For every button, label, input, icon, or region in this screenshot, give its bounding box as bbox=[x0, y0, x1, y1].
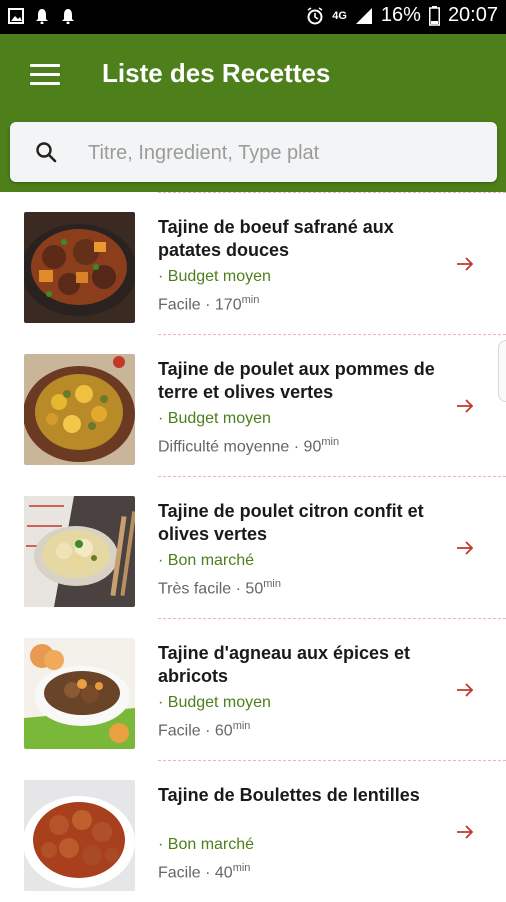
recipe-title: Tajine de Boulettes de lentilles bbox=[158, 785, 420, 805]
recipe-difficulty: Facile bbox=[158, 864, 201, 882]
recipe-image bbox=[24, 496, 135, 607]
recipe-time-unit: min bbox=[241, 294, 260, 306]
recipe-item[interactable]: Tajine de boeuf safrané aux patates douc… bbox=[0, 192, 506, 334]
recipe-budget: · Budget moyen bbox=[158, 694, 271, 711]
recipe-difficulty: Facile bbox=[158, 296, 201, 314]
hamburger-icon bbox=[30, 73, 60, 76]
recipe-item[interactable]: Tajine d'agneau aux épices et abricots ·… bbox=[0, 618, 506, 760]
search-icon bbox=[34, 140, 58, 169]
recipe-item[interactable]: Tajine de poulet citron confit et olives… bbox=[0, 476, 506, 618]
scroll-indicator[interactable] bbox=[498, 340, 506, 402]
search-input[interactable] bbox=[86, 136, 480, 170]
notification-icon bbox=[34, 8, 50, 24]
recipe-time-unit: min bbox=[232, 720, 251, 732]
network-type: 4G bbox=[332, 9, 347, 22]
signal-icon bbox=[355, 7, 373, 25]
hamburger-icon bbox=[30, 64, 60, 67]
status-notifications bbox=[8, 8, 76, 24]
battery-icon bbox=[428, 5, 440, 26]
recipe-time: 50 bbox=[245, 580, 264, 598]
battery-percent: 16% bbox=[380, 4, 421, 26]
status-bar: 4G 16% 20:07 bbox=[0, 0, 506, 34]
recipe-meta: Facile · 40min bbox=[158, 862, 251, 882]
recipe-budget: · Budget moyen bbox=[158, 410, 271, 427]
status-system: 4G 16% 20:07 bbox=[306, 4, 498, 27]
recipe-time-unit: min bbox=[321, 436, 340, 448]
arrow-right-icon[interactable] bbox=[456, 682, 474, 703]
recipe-title: Tajine d'agneau aux épices et abricots bbox=[158, 643, 411, 686]
arrow-right-icon[interactable] bbox=[456, 540, 474, 561]
recipe-time: 60 bbox=[214, 722, 233, 740]
recipe-title: Tajine de poulet aux pommes de terre et … bbox=[158, 359, 435, 402]
app-bar: Liste des Recettes bbox=[0, 34, 506, 192]
menu-button[interactable] bbox=[30, 64, 60, 86]
recipe-time-unit: min bbox=[263, 578, 281, 590]
recipe-item[interactable]: Tajine de Boulettes de lentilles · Bon m… bbox=[0, 760, 506, 902]
recipe-difficulty: Difficulté moyenne bbox=[158, 438, 290, 456]
page-title: Liste des Recettes bbox=[102, 58, 331, 88]
recipe-budget: · Bon marché bbox=[158, 552, 255, 569]
recipe-title: Tajine de poulet citron confit et olives… bbox=[158, 501, 424, 544]
recipe-time-unit: min bbox=[232, 862, 251, 874]
recipe-meta: Difficulté moyenne · 90min bbox=[158, 436, 340, 456]
search-bar[interactable] bbox=[10, 122, 497, 182]
clock: 20:07 bbox=[447, 4, 498, 26]
recipe-budget: · Bon marché bbox=[158, 836, 255, 853]
recipe-difficulty: Facile bbox=[158, 722, 201, 740]
recipe-item[interactable]: Tajine de poulet aux pommes de terre et … bbox=[0, 334, 506, 476]
recipe-list: Tajine de boeuf safrané aux patates douc… bbox=[0, 192, 506, 902]
alarm-icon bbox=[306, 6, 324, 25]
arrow-right-icon[interactable] bbox=[456, 398, 474, 419]
recipe-time: 90 bbox=[303, 438, 322, 456]
recipe-image bbox=[24, 780, 135, 891]
recipe-title: Tajine de boeuf safrané aux patates douc… bbox=[158, 217, 394, 260]
notification-icon bbox=[60, 8, 76, 24]
arrow-right-icon[interactable] bbox=[456, 824, 474, 845]
recipe-image bbox=[24, 638, 135, 749]
arrow-right-icon[interactable] bbox=[456, 256, 474, 277]
recipe-image bbox=[24, 212, 135, 323]
recipe-image bbox=[24, 354, 135, 465]
gallery-icon bbox=[8, 8, 24, 24]
recipe-meta: Facile · 60min bbox=[158, 720, 251, 740]
recipe-meta: Facile · 170min bbox=[158, 294, 260, 314]
recipe-time: 170 bbox=[214, 296, 242, 314]
recipe-budget: · Budget moyen bbox=[158, 268, 271, 285]
recipe-difficulty: Très facile bbox=[158, 580, 232, 598]
recipe-time: 40 bbox=[214, 864, 233, 882]
recipe-meta: Très facile · 50min bbox=[158, 578, 281, 598]
hamburger-icon bbox=[30, 82, 60, 85]
